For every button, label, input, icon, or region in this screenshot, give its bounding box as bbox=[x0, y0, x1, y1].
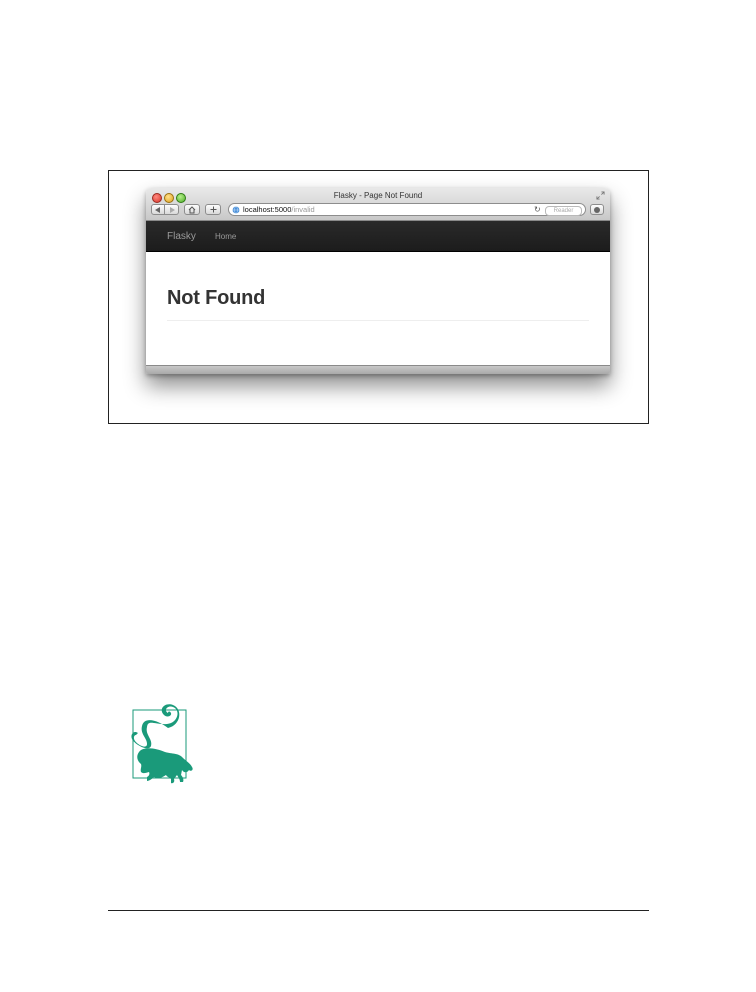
window-title: Flasky - Page Not Found bbox=[333, 191, 423, 200]
fullscreen-icon[interactable] bbox=[596, 191, 605, 200]
url-host: localhost:5000 bbox=[243, 205, 292, 214]
home-button[interactable] bbox=[184, 204, 200, 215]
forward-button[interactable] bbox=[165, 204, 179, 215]
app-navbar: Flasky Home bbox=[146, 221, 610, 252]
page-title: Not Found bbox=[167, 287, 266, 309]
url-text[interactable]: localhost:5000/invalid bbox=[243, 205, 315, 214]
address-bar[interactable]: localhost:5000/invalid ↻ Reader bbox=[228, 203, 586, 216]
page-footer-rule bbox=[108, 910, 649, 911]
browser-window: Flasky - Page Not Found localhost:5000/i… bbox=[146, 188, 610, 374]
triangle-left-icon bbox=[155, 206, 160, 213]
status-bar bbox=[146, 365, 610, 374]
triangle-right-icon bbox=[169, 206, 175, 213]
url-path: /invalid bbox=[291, 205, 315, 214]
reload-icon[interactable]: ↻ bbox=[534, 205, 541, 214]
downloads-button[interactable] bbox=[590, 204, 604, 215]
lemur-note-icon bbox=[131, 704, 193, 784]
add-bookmark-button[interactable] bbox=[205, 204, 221, 215]
title-bar: Flasky - Page Not Found localhost:5000/i… bbox=[146, 188, 610, 221]
back-button[interactable] bbox=[151, 204, 165, 215]
downloads-icon bbox=[594, 206, 600, 213]
heading-divider bbox=[167, 320, 589, 321]
brand-link[interactable]: Flasky bbox=[167, 231, 196, 242]
globe-icon bbox=[232, 205, 240, 214]
nav-item-home[interactable]: Home bbox=[215, 232, 236, 241]
reader-button[interactable]: Reader bbox=[545, 205, 582, 216]
plus-icon bbox=[210, 206, 216, 213]
home-icon bbox=[188, 205, 196, 213]
